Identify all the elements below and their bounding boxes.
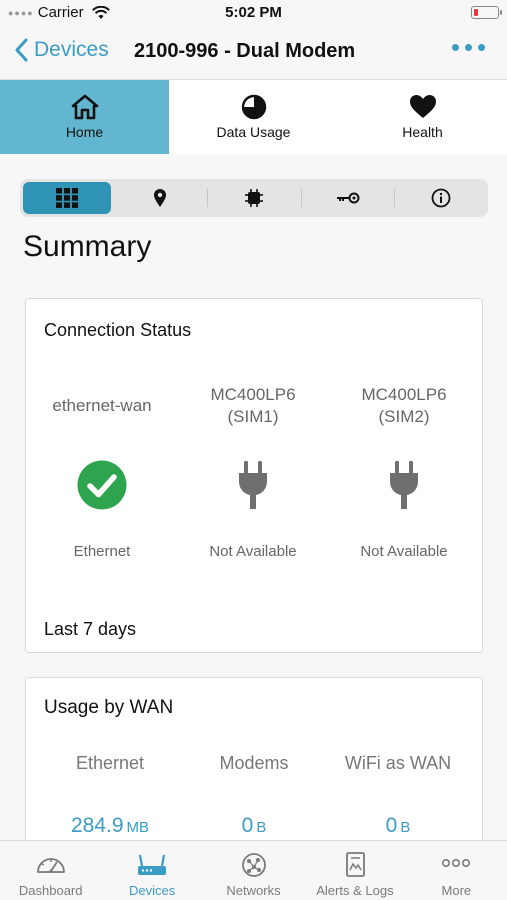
usage-unit: MB [126, 819, 150, 836]
connection-sim1: MC400LP6 (SIM1) [177, 384, 329, 428]
usage-unit: B [400, 819, 411, 836]
usage-wifi-as-wan: WiFi as WAN 0B [322, 753, 474, 838]
tab-devices[interactable]: Devices [101, 841, 202, 900]
more-dot [465, 44, 472, 51]
plug-icon [390, 461, 418, 509]
info-icon [431, 188, 451, 208]
chevron-left-icon [15, 38, 28, 62]
connection-name: MC400LP6 (SIM2) [361, 385, 447, 426]
usage-value: 0 [241, 814, 254, 837]
tab-home[interactable]: Home [0, 80, 169, 154]
connection-name: ethernet-wan [52, 396, 152, 415]
connection-sim2: MC400LP6 (SIM2) [328, 384, 480, 428]
tab-dashboard-label: Dashboard [18, 883, 83, 898]
connection-name: MC400LP6 (SIM1) [210, 385, 296, 426]
router-icon [138, 854, 167, 875]
segment-summary[interactable] [20, 179, 114, 217]
connection-status-card: Connection Status ethernet-wan MC400LP6 … [25, 298, 483, 653]
tab-dashboard[interactable]: Dashboard [0, 841, 101, 900]
location-pin-icon [154, 189, 167, 207]
tab-health-label: Health [402, 124, 443, 140]
navigation-bar: Devices 2100-996 - Dual Modem [0, 26, 507, 80]
usage-unit: B [256, 819, 267, 836]
usage-name: Ethernet [75, 753, 145, 773]
segment-location[interactable] [114, 179, 208, 217]
usage-ethernet: Ethernet 284.9 MB [34, 753, 186, 838]
tab-more-label: More [441, 883, 472, 898]
status-bar: ●●●● Carrier 5:02 PM [0, 0, 507, 26]
page-title: 2100-996 - Dual Modem [134, 40, 356, 62]
pie-chart-icon [241, 94, 266, 120]
usage-name: WiFi as WAN [344, 753, 452, 773]
chip-icon [244, 189, 263, 207]
connection-status-text: Not Available [209, 543, 297, 560]
plug-icon [239, 461, 267, 509]
section-selector [20, 179, 488, 217]
battery-icon [471, 6, 502, 19]
connection-status-text: Not Available [360, 543, 448, 560]
usage-modems: Modems 0B [178, 753, 330, 838]
bottom-tab-bar: Dashboard Devices Networks Alerts & Logs [0, 840, 507, 900]
card-title: Usage by WAN [44, 697, 174, 718]
segment-hardware[interactable] [207, 179, 301, 217]
back-button[interactable]: Devices [14, 38, 109, 62]
clock: 5:02 PM [225, 4, 282, 21]
tab-alerts-logs-label: Alerts & Logs [316, 883, 394, 898]
check-circle-icon [77, 460, 127, 510]
key-icon [336, 192, 360, 204]
time-range-label: Last 7 days [44, 619, 137, 639]
tab-networks-label: Networks [226, 883, 281, 898]
gauge-icon [36, 858, 65, 873]
section-heading: Summary [23, 230, 152, 263]
more-options-button[interactable] [452, 44, 485, 51]
tab-alerts-logs[interactable]: Alerts & Logs [304, 841, 405, 900]
tab-data-usage[interactable]: Data Usage [169, 80, 338, 154]
tab-data-usage-label: Data Usage [216, 124, 291, 140]
heart-icon [409, 95, 436, 118]
tab-health[interactable]: Health [338, 80, 507, 154]
grid-icon [55, 188, 78, 208]
more-dot [478, 44, 485, 51]
card-title: Connection Status [44, 320, 192, 340]
device-tabs: Home Data Usage Health [0, 80, 507, 154]
segment-info[interactable] [394, 179, 488, 217]
back-button-label: Devices [34, 38, 109, 61]
usage-name: Modems [219, 753, 289, 773]
more-dots-icon [442, 859, 471, 868]
tab-devices-label: Devices [128, 883, 176, 898]
connection-ethernet-wan: ethernet-wan [26, 395, 178, 417]
usage-value: 0 [385, 814, 398, 837]
tab-home-label: Home [65, 124, 104, 140]
tab-more[interactable]: More [406, 841, 507, 900]
more-dot [452, 44, 459, 51]
segment-security[interactable] [300, 179, 395, 217]
tab-networks[interactable]: Networks [203, 841, 304, 900]
usage-value: 284.9 [70, 814, 124, 837]
globe-network-icon [241, 853, 266, 877]
connection-status-text: Ethernet [73, 543, 131, 560]
log-document-icon [346, 852, 365, 877]
home-icon [71, 94, 98, 120]
